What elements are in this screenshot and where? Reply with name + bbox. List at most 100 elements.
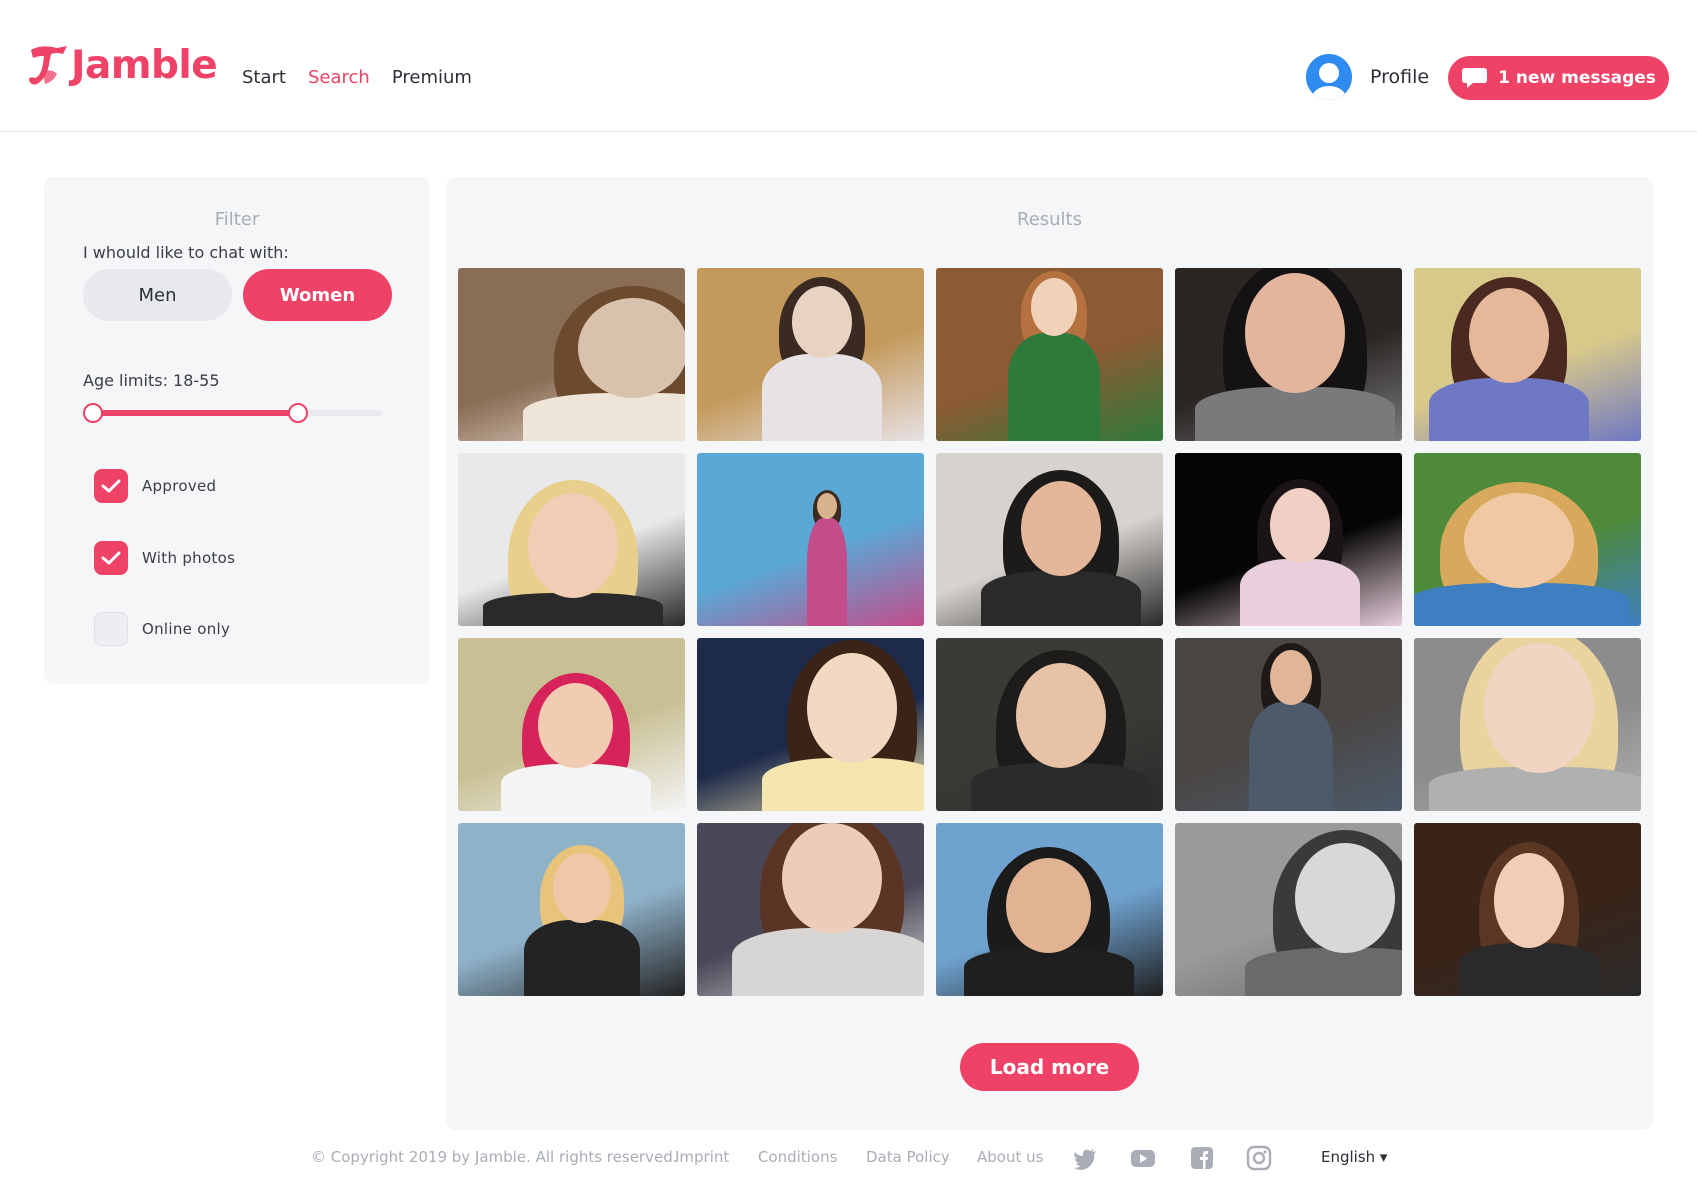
main-nav: Start Search Premium bbox=[242, 66, 472, 90]
age-min-handle[interactable] bbox=[83, 403, 103, 423]
avatar bbox=[1306, 54, 1352, 100]
photo-body-shape bbox=[762, 757, 924, 811]
new-messages-button[interactable]: 1 new messages bbox=[1448, 56, 1669, 100]
photo-body-shape bbox=[523, 393, 685, 441]
checkmark-icon bbox=[101, 479, 121, 493]
photo-face-shape bbox=[1270, 488, 1330, 563]
photo-face-shape bbox=[538, 683, 613, 768]
photo-body-shape bbox=[524, 919, 640, 996]
profile-photo[interactable] bbox=[458, 638, 685, 811]
profile-photo[interactable] bbox=[458, 823, 685, 996]
profile-photo[interactable] bbox=[697, 638, 924, 811]
photo-face-shape bbox=[1270, 650, 1312, 705]
facebook-icon[interactable] bbox=[1189, 1145, 1215, 1171]
profile-label: Profile bbox=[1370, 66, 1430, 88]
profile-photo[interactable] bbox=[1175, 823, 1402, 996]
logo-text: Jamble bbox=[71, 43, 218, 88]
photo-body-shape bbox=[1249, 702, 1333, 811]
footer-link-conditions[interactable]: Conditions bbox=[758, 1148, 837, 1166]
photo-face-shape bbox=[1494, 853, 1564, 948]
chat-with-label: I whould like to chat with: bbox=[83, 243, 289, 262]
online-only-checkbox[interactable] bbox=[94, 612, 128, 646]
photo-face-shape bbox=[1484, 643, 1594, 773]
photo-face-shape bbox=[792, 286, 852, 358]
with-photos-checkbox[interactable] bbox=[94, 541, 128, 575]
photo-body-shape bbox=[807, 517, 847, 626]
photo-body-shape bbox=[1429, 378, 1589, 441]
profile-photo[interactable] bbox=[936, 823, 1163, 996]
photo-body-shape bbox=[981, 571, 1141, 626]
results-panel: Results Load more bbox=[446, 177, 1653, 1130]
photo-face-shape bbox=[578, 298, 685, 398]
photo-body-shape bbox=[762, 354, 882, 441]
new-messages-label: 1 new messages bbox=[1498, 68, 1656, 88]
photo-face-shape bbox=[553, 853, 611, 923]
with-photos-label: With photos bbox=[142, 549, 236, 567]
age-slider-range bbox=[92, 410, 298, 416]
age-max-handle[interactable] bbox=[288, 403, 308, 423]
profile-photo[interactable] bbox=[1414, 823, 1641, 996]
photo-face-shape bbox=[1021, 481, 1101, 576]
footer-link-about-us[interactable]: About us bbox=[977, 1148, 1043, 1166]
profile-photo[interactable] bbox=[1414, 268, 1641, 441]
results-title: Results bbox=[1017, 209, 1082, 230]
online-only-label: Online only bbox=[142, 620, 231, 638]
photo-face-shape bbox=[1469, 288, 1549, 383]
profile-photo[interactable] bbox=[936, 453, 1163, 626]
profile-photo[interactable] bbox=[936, 268, 1163, 441]
profile-photo[interactable] bbox=[458, 268, 685, 441]
copyright-text: © Copyright 2019 by Jamble. All rights r… bbox=[311, 1148, 678, 1166]
photo-face-shape bbox=[1245, 273, 1345, 393]
photo-face-shape bbox=[1464, 493, 1574, 588]
chat-bubble-icon bbox=[1462, 68, 1488, 88]
men-toggle-button[interactable]: Men bbox=[83, 269, 232, 321]
age-limits-label: Age limits: 18-55 bbox=[83, 371, 220, 390]
footer-link-imprint[interactable]: Imprint bbox=[675, 1148, 729, 1166]
page-footer: © Copyright 2019 by Jamble. All rights r… bbox=[0, 1144, 1697, 1172]
nav-search[interactable]: Search bbox=[308, 66, 370, 90]
profile-photo[interactable] bbox=[1175, 268, 1402, 441]
filter-panel: Filter I whould like to chat with: Men W… bbox=[44, 177, 430, 684]
profile-photo[interactable] bbox=[936, 638, 1163, 811]
profile-photo[interactable] bbox=[697, 268, 924, 441]
photo-body-shape bbox=[732, 927, 924, 996]
photo-face-shape bbox=[1016, 663, 1106, 768]
checkmark-icon bbox=[101, 551, 121, 565]
nav-start[interactable]: Start bbox=[242, 66, 286, 90]
twitter-icon[interactable] bbox=[1072, 1145, 1098, 1171]
profile-photo[interactable] bbox=[458, 453, 685, 626]
instagram-icon[interactable] bbox=[1246, 1145, 1272, 1171]
approved-label: Approved bbox=[142, 477, 217, 495]
footer-link-data-policy[interactable]: Data Policy bbox=[866, 1148, 950, 1166]
photo-body-shape bbox=[963, 948, 1134, 996]
photo-face-shape bbox=[1031, 278, 1077, 336]
jamble-logo-icon bbox=[29, 46, 67, 85]
profile-photo[interactable] bbox=[1175, 638, 1402, 811]
profile-photo[interactable] bbox=[1175, 453, 1402, 626]
photo-body-shape bbox=[1008, 333, 1100, 441]
filter-title: Filter bbox=[214, 209, 260, 230]
profile-link[interactable]: Profile bbox=[1306, 54, 1429, 100]
photo-face-shape bbox=[1006, 858, 1091, 953]
with-photos-checkbox-row[interactable]: With photos bbox=[94, 541, 235, 575]
profile-photo[interactable] bbox=[1414, 453, 1641, 626]
photo-face-shape bbox=[807, 653, 897, 763]
youtube-icon[interactable] bbox=[1130, 1145, 1156, 1171]
photo-body-shape bbox=[971, 762, 1151, 811]
photo-body-shape bbox=[500, 763, 651, 811]
approved-checkbox[interactable] bbox=[94, 469, 128, 503]
women-toggle-button[interactable]: Women bbox=[243, 269, 392, 321]
language-selector[interactable]: English ▾ bbox=[1321, 1148, 1387, 1166]
photo-body-shape bbox=[1240, 559, 1360, 626]
profile-photo[interactable] bbox=[697, 453, 924, 626]
profile-photo[interactable] bbox=[697, 823, 924, 996]
approved-checkbox-row[interactable]: Approved bbox=[94, 469, 216, 503]
nav-premium[interactable]: Premium bbox=[392, 66, 472, 90]
photo-face-shape bbox=[528, 493, 618, 598]
profile-photo[interactable] bbox=[1414, 638, 1641, 811]
load-more-button[interactable]: Load more bbox=[960, 1043, 1139, 1091]
photo-body-shape bbox=[1245, 947, 1402, 996]
photo-body-shape bbox=[1429, 766, 1641, 811]
online-only-checkbox-row[interactable]: Online only bbox=[94, 612, 230, 646]
jamble-logo[interactable]: Jamble bbox=[27, 43, 218, 88]
